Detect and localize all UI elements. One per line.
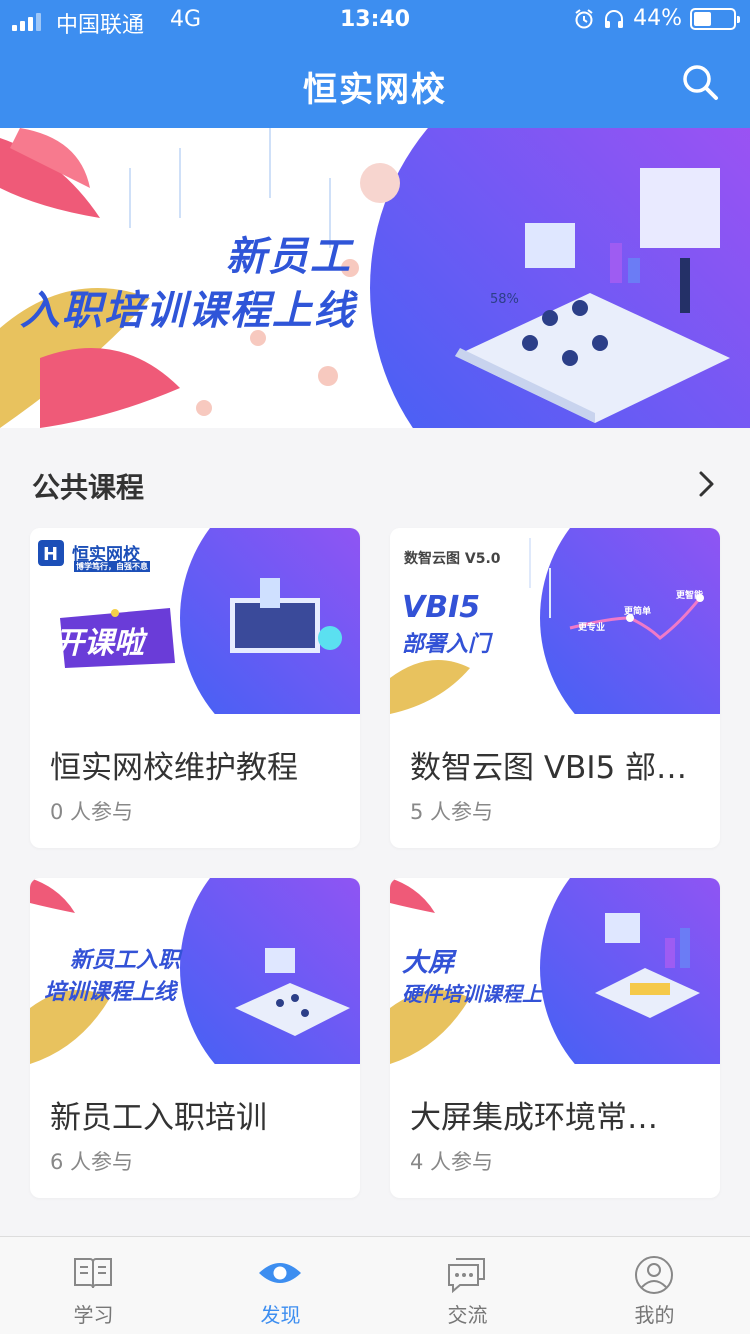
thumb-title-1: 大屏 bbox=[402, 948, 455, 978]
top-bar: 中国联通 4G 13:40 44% 恒实网校 bbox=[0, 0, 750, 128]
tab-bar: 学习 发现 交流 我的 bbox=[0, 1236, 750, 1334]
search-icon[interactable] bbox=[680, 62, 720, 102]
course-card[interactable]: 新员工入职 培训课程上线 新员工入职培训 6 人参与 bbox=[30, 878, 360, 1198]
thumb-title: 开课啦 bbox=[54, 626, 144, 661]
course-thumbnail: 新员工入职 培训课程上线 bbox=[30, 878, 360, 1064]
tab-study[interactable]: 学习 bbox=[0, 1237, 187, 1334]
status-right: 44% bbox=[573, 6, 740, 31]
thumb-title-1: VBI5 bbox=[402, 590, 481, 625]
participant-count: 0 人参与 bbox=[50, 800, 134, 824]
course-thumbnail: 数智云图 V5.0 VBI5 部署入门 更专业 更简单 更智能 bbox=[390, 528, 720, 714]
status-bar: 中国联通 4G 13:40 44% bbox=[0, 0, 750, 40]
book-icon bbox=[74, 1258, 112, 1289]
thumb-brand: 数智云图 V5.0 bbox=[404, 551, 501, 567]
chevron-right-icon[interactable] bbox=[692, 466, 722, 502]
section-title: 公共课程 bbox=[32, 471, 145, 504]
headphones-icon bbox=[605, 9, 624, 28]
tab-chat[interactable]: 交流 bbox=[374, 1237, 561, 1334]
battery-percent: 44% bbox=[633, 6, 682, 31]
banner-line-1: 新员工 bbox=[226, 234, 352, 280]
banner-line-2: 入职培训课程上线 bbox=[20, 288, 356, 334]
course-card[interactable]: H 恒实网校 博学笃行，自强不息 开课啦 恒实网校维护教程 0 人参与 bbox=[30, 528, 360, 848]
thumb-title-2: 部署入门 bbox=[402, 632, 491, 657]
svg-text:58%: 58% bbox=[490, 292, 519, 307]
tab-label: 我的 bbox=[634, 1303, 675, 1327]
tab-label: 发现 bbox=[260, 1303, 301, 1327]
course-name: 数智云图 VBI5 部… bbox=[410, 750, 688, 786]
promo-banner[interactable]: 58% 新员工 入职培训课程上线 bbox=[0, 128, 750, 428]
battery-icon bbox=[690, 7, 740, 30]
participant-count: 4 人参与 bbox=[410, 1150, 494, 1174]
chat-icon bbox=[448, 1258, 485, 1293]
eye-icon bbox=[259, 1263, 301, 1283]
thumb-tagline: 博学笃行，自强不息 bbox=[74, 561, 150, 572]
thumb-title-2: 培训课程上线 bbox=[44, 980, 177, 1005]
tab-me[interactable]: 我的 bbox=[561, 1237, 748, 1334]
tab-label: 交流 bbox=[447, 1303, 488, 1327]
user-icon bbox=[635, 1256, 673, 1294]
course-name: 大屏集成环境常… bbox=[410, 1100, 658, 1136]
course-name: 新员工入职培训 bbox=[50, 1100, 267, 1136]
course-name: 恒实网校维护教程 bbox=[50, 750, 298, 786]
thumb-point-3: 更智能 bbox=[676, 591, 704, 601]
participant-count: 6 人参与 bbox=[50, 1150, 134, 1174]
tab-label: 学习 bbox=[73, 1303, 114, 1327]
tab-discover[interactable]: 发现 bbox=[187, 1237, 374, 1334]
page-title: 恒实网校 bbox=[303, 70, 447, 110]
alarm-icon bbox=[575, 8, 593, 28]
course-card[interactable]: 大屏 硬件培训课程上 大屏集成环境常… 4 人参与 bbox=[390, 878, 720, 1198]
course-card[interactable]: 数智云图 V5.0 VBI5 部署入门 更专业 更简单 更智能 数智云图 VBI… bbox=[390, 528, 720, 848]
course-thumbnail: H 恒实网校 博学笃行，自强不息 开课啦 bbox=[30, 528, 360, 714]
thumb-title-1: 新员工入职 bbox=[70, 948, 181, 973]
participant-count: 5 人参与 bbox=[410, 800, 494, 824]
svg-text:H: H bbox=[43, 544, 58, 565]
thumb-point-1: 更专业 bbox=[578, 623, 606, 633]
thumb-point-2: 更简单 bbox=[624, 607, 652, 617]
thumb-title-2: 硬件培训课程上 bbox=[402, 982, 542, 1006]
course-thumbnail: 大屏 硬件培训课程上 bbox=[390, 878, 720, 1064]
